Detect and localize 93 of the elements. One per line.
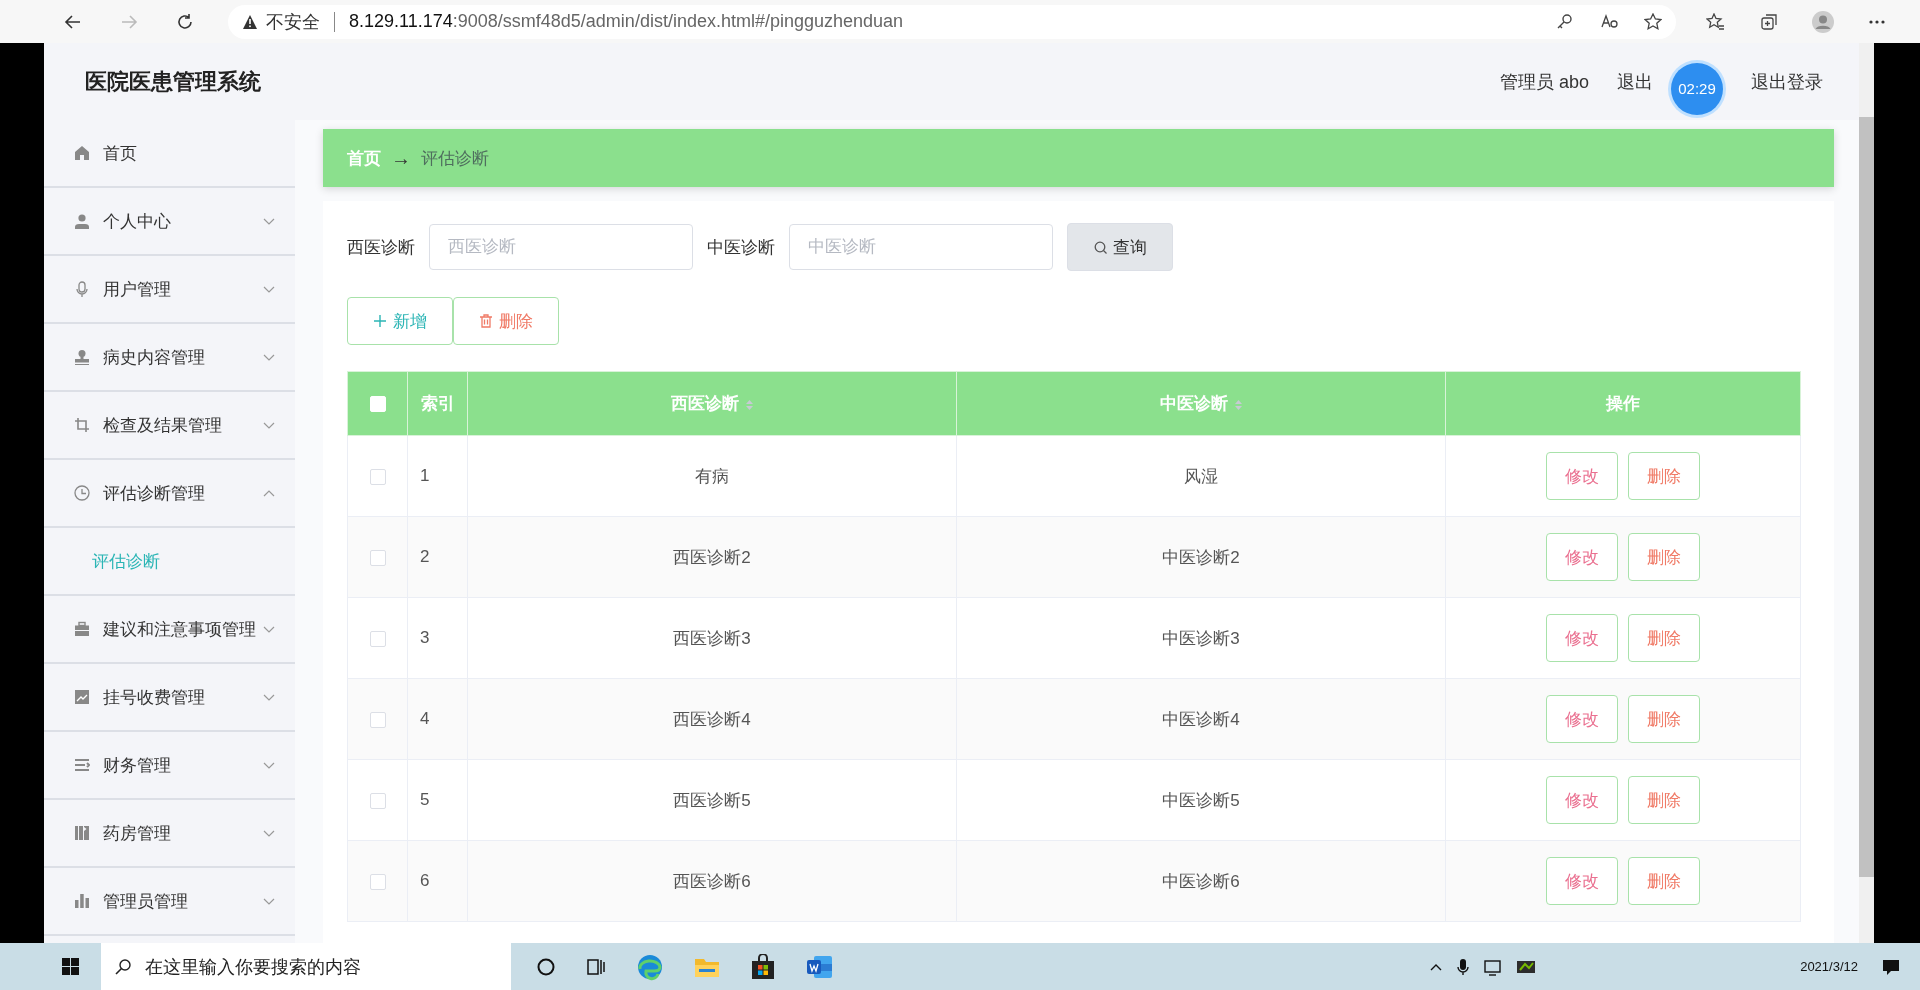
row-checkbox[interactable] [369,468,386,485]
edit-button[interactable]: 修改 [1546,452,1618,500]
search-field[interactable]: 西医诊断 [429,224,693,270]
security-label: 不安全 [266,10,320,34]
breadcrumb-link[interactable]: 首页 [347,146,381,170]
table-cell: 西医诊断2 [673,547,751,567]
list-icon [74,757,90,773]
select-all-checkbox[interactable] [369,396,386,412]
star-add-icon[interactable] [1644,12,1662,31]
table-cell: 中医诊断3 [1162,628,1240,648]
taskbar-search-field[interactable]: 在这里输入你要搜索的内容 [101,943,511,990]
field-label: 西医诊断 [347,236,415,259]
edit-button[interactable]: 修改 [1546,857,1618,905]
windows-icon[interactable] [62,958,79,975]
breadcrumb-arrow: → [391,146,411,170]
table-cell: 西医诊断4 [673,709,751,729]
table-cell: 西医诊断5 [673,790,751,810]
logout-link[interactable]: 退出登录 [1751,69,1823,94]
table-cell: 1 [420,466,430,485]
delete-button[interactable]: 删除 [1628,533,1700,581]
crop-icon [74,417,90,433]
trash-icon [479,314,493,328]
avatar-icon[interactable] [1812,10,1834,33]
search-button[interactable]: 查询 [1067,223,1173,271]
row-checkbox[interactable] [369,549,386,566]
search-field[interactable]: 中医诊断 [789,224,1053,270]
delete-button[interactable]: 删除 [1628,452,1700,500]
clock-icon [74,485,90,501]
table-cell: 西医诊断6 [673,871,751,891]
breadcrumb-link[interactable]: 评估诊断 [421,146,489,170]
column-header: 索引 [420,394,455,413]
field-label: 中医诊断 [707,236,775,259]
books-icon [74,825,90,841]
favorites-icon[interactable] [1706,12,1726,31]
plus-icon [373,314,387,328]
table-cell: 2 [420,547,430,566]
key-icon[interactable] [1556,12,1574,31]
circle-icon[interactable] [536,956,556,977]
table-cell: 3 [420,628,430,647]
table-cell: 西医诊断3 [673,628,751,648]
microphone-icon [74,281,90,297]
warning-icon [242,13,258,30]
timer-badge: 02:29 [1671,62,1723,115]
table-cell: 中医诊断2 [1162,547,1240,567]
delete-button[interactable]: 删除 [1628,695,1700,743]
add-button[interactable]: 新增 [347,297,453,345]
app-title: 医院医患管理系统 [85,67,261,96]
user-name: 管理员 abo [1499,70,1589,94]
address-bar[interactable]: 不安全 8.129.11.174:9008/ssmf48d5/admin/dist/index.html#/pingguzhenduan [228,4,1676,39]
edge-browser-icon[interactable] [636,952,664,981]
row-checkbox[interactable] [369,630,386,647]
table-cell: 5 [420,790,430,809]
store-bag-icon[interactable] [750,953,776,980]
table-cell: 中医诊断4 [1162,709,1240,729]
search-icon [115,958,131,975]
microphone-icon[interactable] [1456,957,1471,976]
table-cell: 6 [420,871,430,890]
column-header: 操作 [1606,394,1640,413]
table-cell: 4 [420,709,430,728]
row-checkbox[interactable] [369,711,386,728]
delete-button[interactable]: 删除 [1628,614,1700,662]
table-cell: 中医诊断6 [1162,871,1240,891]
task-view-icon[interactable] [586,956,606,977]
row-checkbox[interactable] [369,873,386,890]
table-cell: 有病 [695,466,729,486]
search-icon [1093,240,1107,254]
notification-icon[interactable] [1882,957,1900,976]
delete-button[interactable]: 删除 [453,297,559,345]
person-icon [74,213,90,229]
collections-icon[interactable] [1760,12,1778,31]
edit-button[interactable]: 修改 [1546,533,1618,581]
edit-button[interactable]: 修改 [1546,776,1618,824]
scrollbar[interactable] [1859,43,1874,943]
refresh-icon[interactable] [176,12,194,31]
stamp-icon [74,349,90,365]
briefcase-icon [74,621,90,637]
url-text: 8.129.11.174:9008/ssmf48d5/admin/dist/index.html#/pingguzhenduan [349,11,904,32]
home-icon [74,145,90,161]
chart-icon [74,689,90,705]
table-cell: 中医诊断5 [1162,790,1240,810]
edit-button[interactable]: 修改 [1546,614,1618,662]
logout-link[interactable]: 退出 [1617,69,1653,94]
row-checkbox[interactable] [369,792,386,809]
table-cell: 风湿 [1184,466,1218,486]
document-app-icon[interactable] [806,953,834,980]
column-header[interactable]: 中医诊断 [1159,394,1228,413]
delete-button[interactable]: 删除 [1628,857,1700,905]
delete-button[interactable]: 删除 [1628,776,1700,824]
date-label: 2021/3/12 [1800,959,1858,974]
bar-chart-icon [74,893,90,909]
back-icon[interactable] [64,12,82,31]
column-header[interactable]: 西医诊断 [670,394,739,413]
edit-button[interactable]: 修改 [1546,695,1618,743]
